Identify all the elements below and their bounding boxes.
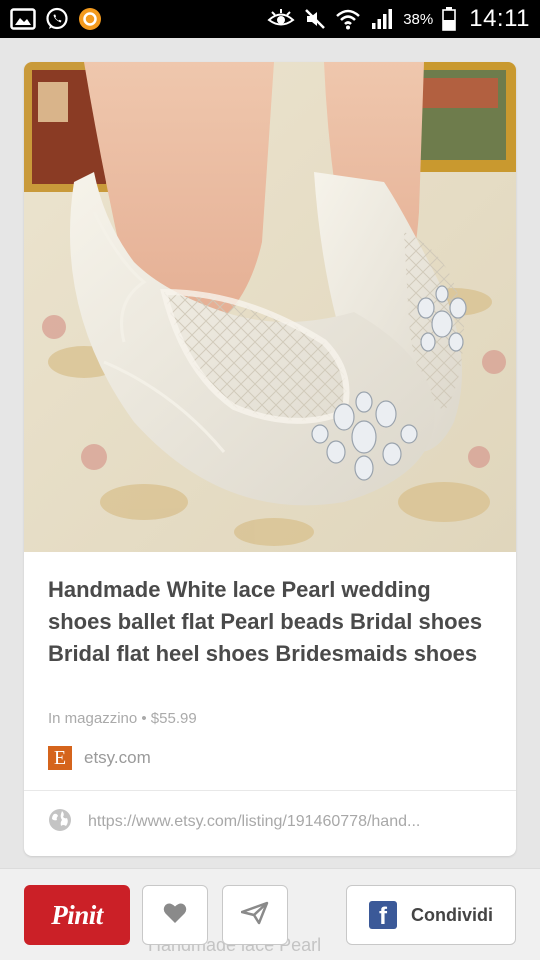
pin-title[interactable]: Handmade White lace Pearl wedding shoes … bbox=[48, 574, 498, 670]
status-bar-right: 38% 14:11 bbox=[267, 5, 530, 33]
signal-icon bbox=[370, 8, 394, 30]
clock: 14:11 bbox=[469, 5, 530, 32]
pin-source[interactable]: E etsy.com bbox=[48, 746, 151, 770]
status-bar-left bbox=[10, 7, 102, 31]
heart-icon bbox=[163, 902, 187, 929]
pin-it-label: Pinit bbox=[51, 899, 103, 930]
muted-icon bbox=[304, 8, 326, 30]
card-divider bbox=[24, 790, 516, 791]
eye-icon bbox=[267, 9, 295, 29]
facebook-share-button[interactable]: f Condividi bbox=[346, 885, 516, 945]
action-bar: Handmade lace Pearl Pinit f Condividi bbox=[0, 868, 540, 960]
pin-link[interactable]: https://www.etsy.com/listing/191460778/h… bbox=[48, 808, 494, 837]
pin-availability-price: In magazzino • $55.99 bbox=[48, 710, 197, 727]
globe-icon bbox=[48, 808, 72, 837]
pin-it-button[interactable]: Pinit bbox=[24, 885, 130, 945]
whatsapp-icon bbox=[45, 7, 69, 31]
source-name[interactable]: etsy.com bbox=[84, 748, 151, 768]
pin-link-url[interactable]: https://www.etsy.com/listing/191460778/h… bbox=[88, 813, 420, 831]
etsy-logo-icon: E bbox=[48, 746, 72, 770]
battery-percent: 38% bbox=[403, 10, 434, 28]
pin-card: Handmade White lace Pearl wedding shoes … bbox=[24, 62, 516, 856]
gallery-icon bbox=[10, 8, 36, 30]
wifi-icon bbox=[335, 8, 361, 30]
send-icon bbox=[240, 901, 269, 930]
battery-icon bbox=[442, 7, 457, 31]
share-label: Condividi bbox=[411, 904, 493, 925]
status-bar: 38% 14:11 bbox=[0, 0, 540, 38]
like-button[interactable] bbox=[142, 885, 208, 945]
send-button[interactable] bbox=[222, 885, 288, 945]
orange-app-icon bbox=[78, 7, 102, 31]
pin-image[interactable] bbox=[24, 62, 516, 552]
facebook-icon: f bbox=[369, 901, 397, 929]
